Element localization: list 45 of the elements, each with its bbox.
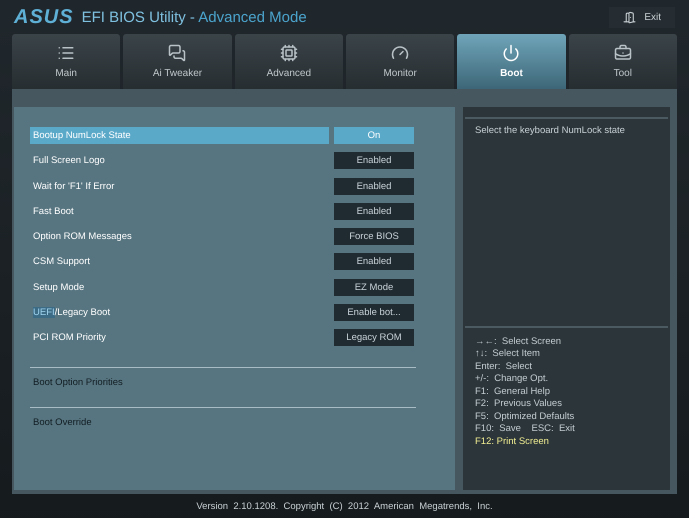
setting-value[interactable]: Enabled xyxy=(334,178,414,195)
setting-label[interactable]: Setup Mode xyxy=(30,278,329,296)
key-hint: F10: Save ESC: Exit xyxy=(475,423,576,436)
tab[interactable]: Boot xyxy=(457,34,566,89)
version-text: Version 2.10.1208. Copyright (C) 2012 American Megatrends, Inc. xyxy=(195,500,494,514)
tab[interactable]: Tool xyxy=(568,34,677,89)
setting-label[interactable]: Fast Boot xyxy=(30,202,329,220)
asus-logo: ASUS xyxy=(14,6,74,28)
door-icon xyxy=(623,10,636,24)
setting-label[interactable]: UEFI/Legacy Boot xyxy=(30,304,329,322)
submenu-link[interactable]: Boot Override xyxy=(30,408,95,447)
list-icon xyxy=(57,44,76,62)
setting-label[interactable]: Wait for 'F1' If Error xyxy=(30,178,329,195)
window-title: EFI BIOS Utility - Advanced Mode xyxy=(82,8,307,26)
setting-label[interactable]: CSM Support xyxy=(30,253,329,270)
key-hint: +/-: Change Opt. xyxy=(475,373,550,386)
tab[interactable]: Advanced xyxy=(234,34,343,89)
chip-icon xyxy=(280,44,298,62)
tab[interactable]: Ai Tweaker xyxy=(123,34,232,89)
setting-value[interactable]: Enabled xyxy=(334,253,414,270)
key-hint: F2: Previous Values xyxy=(475,398,563,410)
setting-value[interactable]: Force BIOS xyxy=(334,228,414,246)
gauge-icon xyxy=(391,44,410,62)
setting-label[interactable]: Full Screen Logo xyxy=(30,152,329,170)
key-hint: →←: Select Screen xyxy=(475,336,562,348)
key-hint: Enter: Select xyxy=(475,360,534,373)
key-hint: F12: Print Screen xyxy=(475,436,550,448)
setting-value[interactable]: Legacy ROM xyxy=(334,329,414,346)
tab[interactable]: Main xyxy=(12,34,120,89)
key-hint: ↑↓: Select Item xyxy=(475,348,541,360)
chat-bubbles-icon xyxy=(168,44,186,62)
setting-value[interactable]: Enable bot... xyxy=(334,304,414,322)
setting-label[interactable]: PCI ROM Priority xyxy=(30,329,329,346)
setting-value[interactable]: EZ Mode xyxy=(334,278,414,296)
key-hint: F5: Optimized Defaults xyxy=(475,410,576,423)
exit-button[interactable]: Exit xyxy=(609,6,675,28)
help-description: Select the keyboard NumLock state xyxy=(474,124,626,138)
toolbox-icon xyxy=(614,44,632,62)
setting-label[interactable]: Option ROM Messages xyxy=(30,228,329,246)
power-icon xyxy=(502,44,520,62)
key-hint: F1: General Help xyxy=(475,386,551,398)
tab[interactable]: Monitor xyxy=(346,34,454,89)
setting-value[interactable]: Enabled xyxy=(334,152,414,170)
setting-value[interactable]: Enabled xyxy=(334,202,414,220)
submenu-link[interactable]: Boot Option Priorities xyxy=(30,368,126,407)
